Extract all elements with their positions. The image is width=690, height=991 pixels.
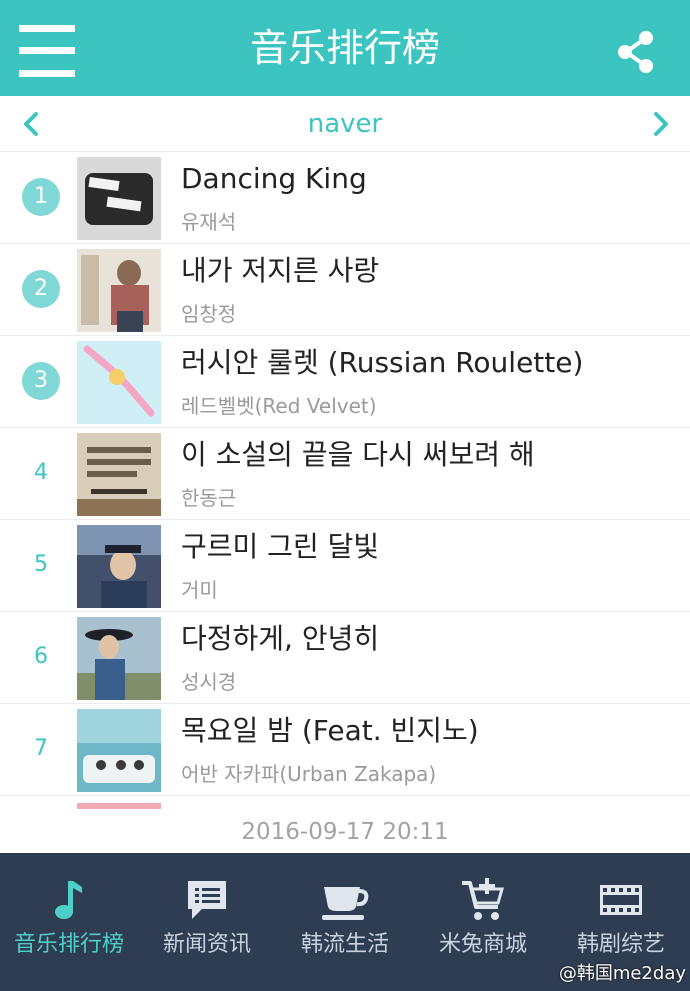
chevron-right-icon[interactable] bbox=[640, 100, 680, 148]
rank-badge: 3 bbox=[22, 362, 60, 400]
nav-label: 韩流生活 bbox=[300, 932, 389, 957]
nav-label: 新闻资讯 bbox=[162, 932, 251, 957]
chart-row[interactable]: 5 구르미 그린 달빛 거미 bbox=[0, 520, 690, 612]
album-cover-image bbox=[77, 249, 161, 332]
page-title: 音乐排行榜 bbox=[249, 26, 440, 70]
song-title: 러시안 룰렛 (Russian Roulette) bbox=[181, 346, 584, 379]
nav-tab-news[interactable]: 新闻资讯 bbox=[138, 853, 276, 991]
chart-row[interactable]: 1 Dancing King 유재석 bbox=[0, 152, 690, 244]
nav-label: 韩剧综艺 bbox=[576, 932, 665, 957]
coffee-cup-icon bbox=[322, 887, 369, 920]
chart-row[interactable]: 6 다정하게, 안녕히 성시경 bbox=[0, 612, 690, 704]
app-header: 音乐排行榜 bbox=[0, 0, 690, 96]
album-cover-image bbox=[77, 525, 161, 608]
song-title: Dancing King bbox=[181, 162, 367, 195]
share-icon[interactable] bbox=[612, 28, 660, 76]
nav-tab-music-chart[interactable]: 音乐排行榜 bbox=[0, 853, 138, 991]
film-strip-icon bbox=[600, 885, 642, 915]
app-screen: 音乐排行榜 naver 1 Dancing King 유재석 2 내가 저지른 … bbox=[0, 0, 690, 991]
rank-badge: 1 bbox=[22, 178, 60, 216]
song-artist: 성시경 bbox=[181, 670, 237, 694]
song-artist: 임창정 bbox=[181, 302, 237, 326]
album-cover-image bbox=[77, 617, 161, 700]
chart-updated-time: 2016-09-17 20:11 bbox=[241, 819, 449, 845]
chart-source-name[interactable]: naver bbox=[0, 106, 690, 142]
rank-number: 6 bbox=[34, 644, 48, 669]
album-cover-image bbox=[77, 341, 161, 424]
watermark-text: @韩国me2day bbox=[558, 963, 686, 984]
next-album-cover-peek bbox=[77, 803, 161, 809]
song-artist: 유재석 bbox=[181, 210, 237, 234]
song-artist: 어반 자카파(Urban Zakapa) bbox=[181, 762, 437, 786]
chart-row[interactable]: 7 목요일 밤 (Feat. 빈지노) 어반 자카파(Urban Zakapa) bbox=[0, 704, 690, 796]
chart-row[interactable]: 2 내가 저지른 사랑 임창정 bbox=[0, 244, 690, 336]
chart-source-selector: naver bbox=[0, 96, 690, 152]
song-title: 이 소설의 끝을 다시 써보려 해 bbox=[181, 438, 535, 471]
album-cover-image bbox=[77, 157, 161, 240]
nav-label: 音乐排行榜 bbox=[13, 932, 124, 957]
music-note-icon bbox=[55, 881, 82, 919]
album-cover-image bbox=[77, 709, 161, 792]
nav-label: 米兔商城 bbox=[438, 932, 527, 957]
rank-number: 4 bbox=[34, 460, 48, 485]
song-title: 다정하게, 안녕히 bbox=[181, 622, 380, 655]
song-title: 내가 저지른 사랑 bbox=[181, 254, 380, 287]
rank-number: 5 bbox=[34, 552, 48, 577]
song-artist: 한동근 bbox=[181, 486, 237, 510]
album-cover-image bbox=[77, 433, 161, 516]
nav-tab-shop[interactable]: 米兔商城 bbox=[414, 853, 552, 991]
song-title: 구르미 그린 달빛 bbox=[181, 530, 380, 563]
chart-list: 1 Dancing King 유재석 2 내가 저지른 사랑 임창정 3 러시안… bbox=[0, 152, 690, 796]
chart-row[interactable]: 3 러시안 룰렛 (Russian Roulette) 레드벨벳(Red Vel… bbox=[0, 336, 690, 428]
rank-number: 7 bbox=[34, 736, 48, 761]
rank-badge: 2 bbox=[22, 270, 60, 308]
chat-bubble-icon bbox=[188, 881, 226, 919]
song-artist: 거미 bbox=[181, 578, 218, 602]
shopping-cart-icon bbox=[462, 878, 504, 920]
nav-tab-lifestyle[interactable]: 韩流生活 bbox=[276, 853, 414, 991]
chart-row[interactable]: 4 이 소설의 끝을 다시 써보려 해 한동근 bbox=[0, 428, 690, 520]
song-artist: 레드벨벳(Red Velvet) bbox=[181, 394, 377, 418]
song-title: 목요일 밤 (Feat. 빈지노) bbox=[181, 714, 479, 747]
